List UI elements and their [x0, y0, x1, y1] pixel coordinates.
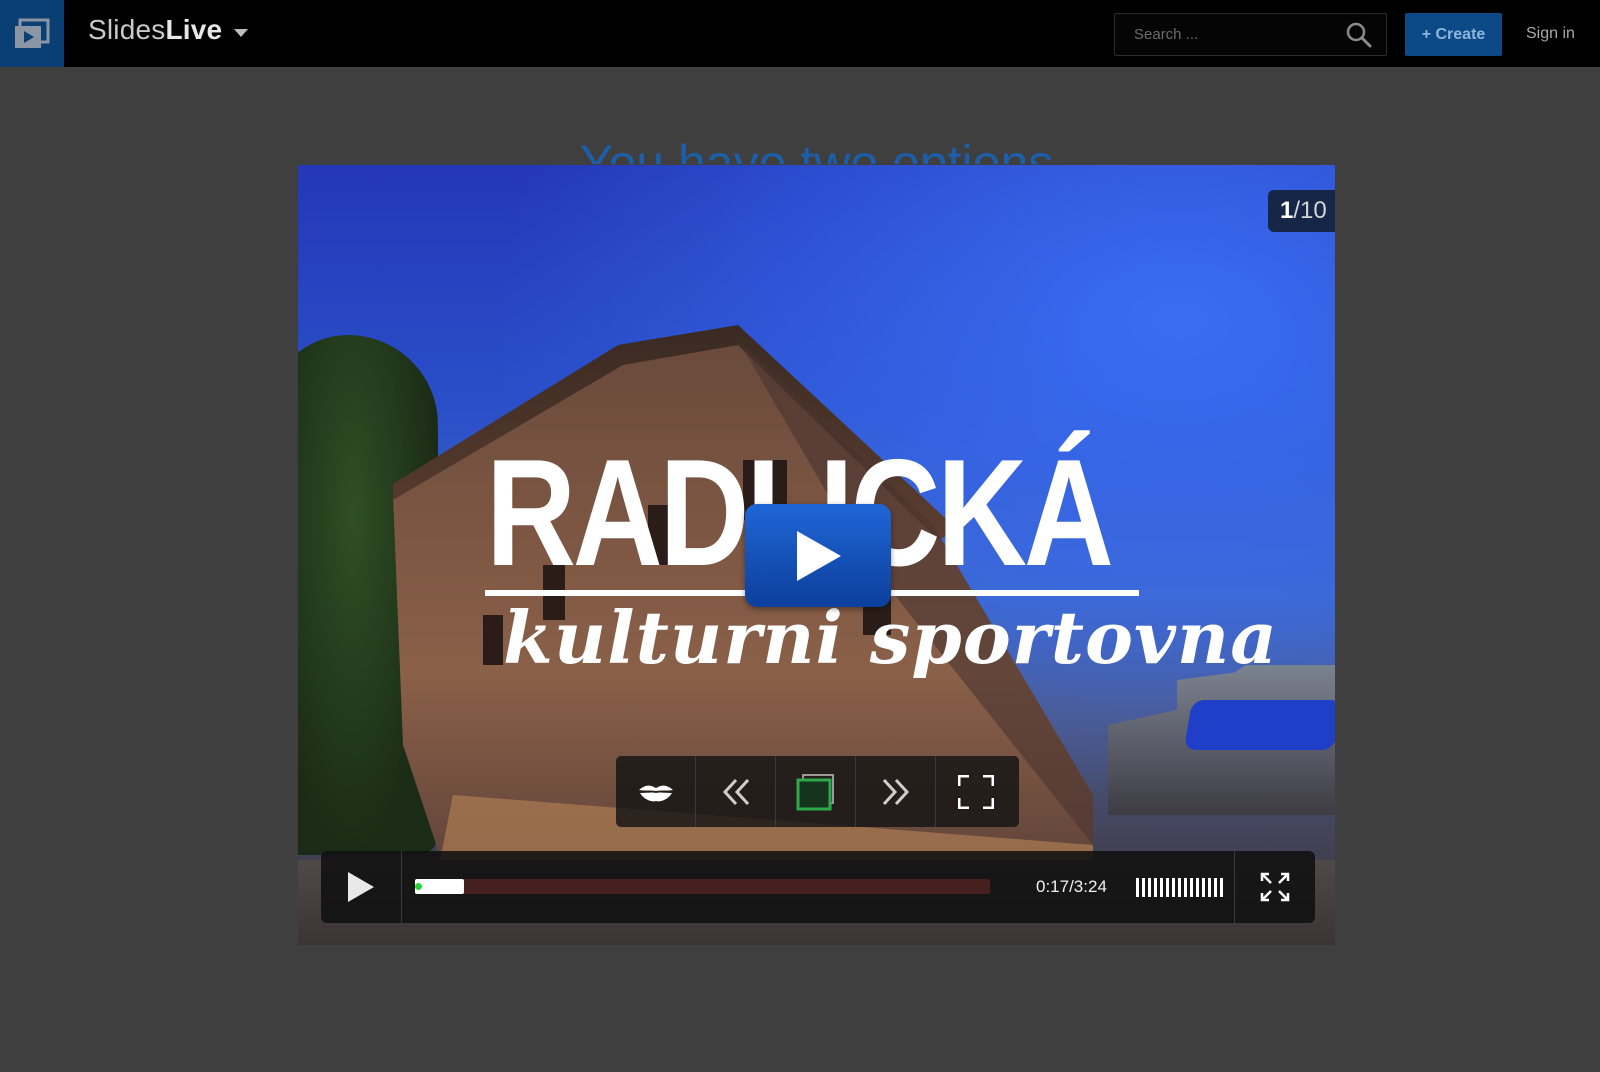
double-chevron-left-icon — [722, 778, 749, 805]
slides-logo-icon[interactable] — [0, 0, 64, 67]
volume-bar[interactable] — [1154, 878, 1157, 897]
volume-bar[interactable] — [1142, 878, 1145, 897]
sign-in-link[interactable]: Sign in — [1526, 25, 1575, 43]
volume-bar[interactable] — [1196, 878, 1199, 897]
slide-heading-peek: You have two options — [298, 128, 1335, 164]
slide-heading: You have two options — [579, 135, 1054, 164]
volume-bar[interactable] — [1166, 878, 1169, 897]
brand-name[interactable]: SlidesLive — [88, 14, 222, 46]
volume-bar[interactable] — [1214, 878, 1217, 897]
search-input[interactable] — [1115, 14, 1335, 55]
volume-bar[interactable] — [1190, 878, 1193, 897]
slide-counter-total: /10 — [1293, 197, 1327, 224]
volume-bar[interactable] — [1220, 878, 1223, 897]
volume-bar[interactable] — [1184, 878, 1187, 897]
volume-bar[interactable] — [1136, 878, 1139, 897]
create-button[interactable]: + Create — [1405, 13, 1502, 56]
top-navbar: SlidesLive + Create Sign in — [0, 0, 1600, 67]
slide-subtitle: kulturni sportovna — [503, 595, 1278, 680]
play-icon — [348, 872, 374, 902]
previous-slide-button[interactable] — [696, 756, 776, 827]
search-icon[interactable] — [1346, 22, 1372, 48]
video-player-bar: 0:17/3:24 — [321, 851, 1315, 923]
chevron-down-icon[interactable] — [234, 29, 248, 37]
slide-pool — [1183, 700, 1335, 750]
brand-light: Slides — [88, 14, 166, 45]
play-icon — [797, 530, 841, 581]
lips-button[interactable] — [616, 756, 696, 827]
play-button[interactable] — [321, 851, 402, 923]
volume-bar[interactable] — [1202, 878, 1205, 897]
volume-bar[interactable] — [1172, 878, 1175, 897]
big-play-button[interactable] — [745, 504, 891, 607]
expand-arrows-icon — [1260, 872, 1290, 902]
slide-sync-button[interactable] — [776, 756, 856, 827]
time-display: 0:17/3:24 — [1036, 877, 1107, 896]
slide-sync-icon — [796, 773, 834, 810]
progress-start-dot — [415, 883, 422, 890]
slide-counter-current: 1 — [1280, 197, 1294, 224]
fullscreen-corners-icon — [958, 774, 994, 809]
fullscreen-button[interactable] — [1234, 851, 1315, 923]
double-chevron-right-icon — [882, 778, 909, 805]
volume-bar[interactable] — [1148, 878, 1151, 897]
volume-bar[interactable] — [1208, 878, 1211, 897]
lips-icon — [638, 785, 673, 801]
progress-track[interactable] — [415, 879, 990, 894]
slide-fullscreen-button[interactable] — [936, 756, 1016, 827]
volume-bar[interactable] — [1178, 878, 1181, 897]
volume-bar[interactable] — [1160, 878, 1163, 897]
progress-fill — [415, 879, 464, 894]
slide-counter: 1/10 — [1268, 190, 1335, 232]
search-box — [1114, 13, 1387, 56]
brand-bold: Live — [165, 14, 223, 45]
slide-controls — [616, 756, 1019, 827]
volume-control[interactable] — [1136, 878, 1223, 897]
next-slide-button[interactable] — [856, 756, 936, 827]
slide-viewer[interactable]: RADLICKÁ kulturni sportovna 1/10 — [298, 165, 1335, 945]
